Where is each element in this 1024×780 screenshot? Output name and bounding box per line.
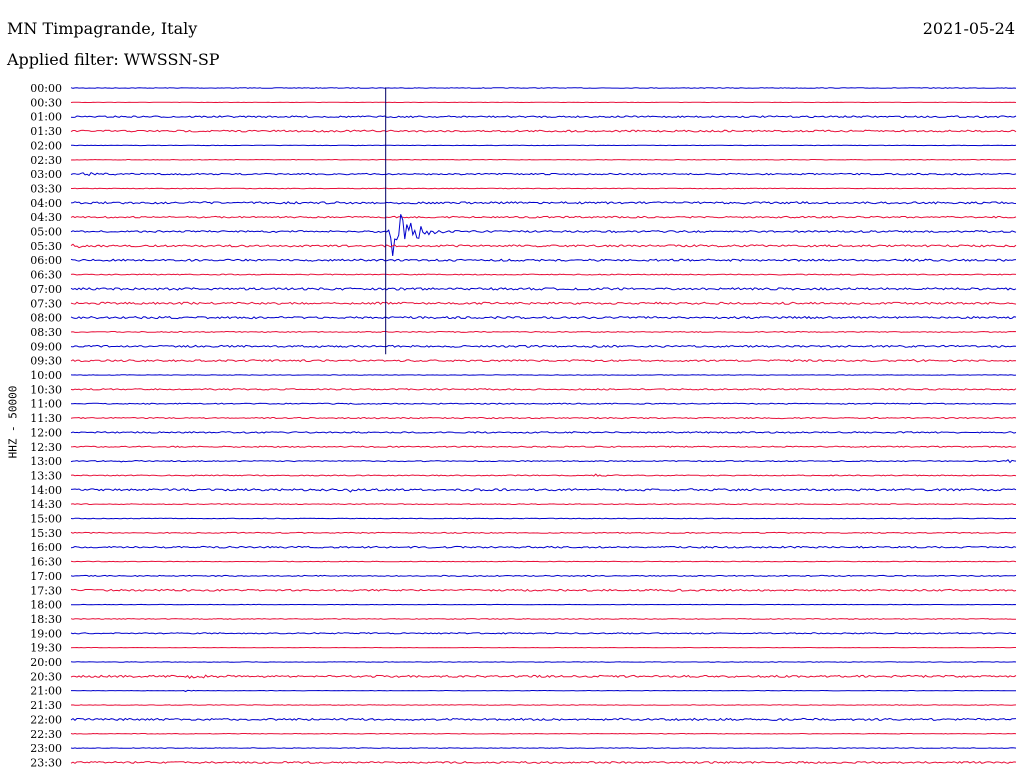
time-tick-label: 22:30 [30,728,62,741]
trace-line [70,388,1017,391]
trace-line [70,87,1017,89]
trace-line [70,473,1017,477]
time-tick-label: 13:00 [30,455,62,468]
time-tick-label: 21:00 [30,685,62,698]
trace-line [70,717,1017,722]
time-tick-label: 15:30 [30,527,62,540]
trace-line [70,201,1017,205]
time-tick-label: 16:30 [30,556,62,569]
time-tick-label: 09:30 [30,355,62,368]
time-tick-label: 05:00 [30,226,62,239]
time-tick-label: 07:00 [30,283,62,296]
time-tick-label: 09:00 [30,340,62,353]
seismic-traces [70,87,1017,764]
time-tick-label: 12:30 [30,441,62,454]
trace-line [70,359,1017,363]
trace-line [70,315,1017,320]
time-tick-label: 15:00 [30,513,62,526]
time-tick-label: 14:30 [30,498,62,511]
trace-line [71,402,1017,405]
trace-line [70,560,1017,563]
time-tick-label: 23:00 [30,742,62,755]
trace-line [70,459,1017,464]
time-tick-label: 17:30 [30,584,62,597]
time-tick-label: 12:00 [30,426,62,439]
trace-line [70,545,1017,549]
trace-line [70,503,1017,506]
time-tick-label: 06:30 [30,269,62,282]
time-tick-label: 14:00 [30,484,62,497]
trace-line [70,488,1017,493]
time-tick-label: 16:00 [30,541,62,554]
time-tick-label: 20:00 [30,656,62,669]
trace-line [70,674,1017,679]
time-tick-label: 04:30 [30,211,62,224]
time-tick-label: 03:00 [30,168,62,181]
time-tick-label: 06:00 [30,254,62,267]
trace-line [70,445,1017,448]
time-tick-label: 18:30 [30,613,62,626]
trace-line [70,243,1017,249]
time-labels: 00:0000:30 01:0001:3002:00 02:3003:0003:30… [30,82,62,769]
trace-line [70,171,1017,177]
time-tick-label: 05:30 [30,240,62,253]
time-tick-label: 00:30 [30,96,62,109]
time-tick-label: 20:30 [30,670,62,683]
time-tick-label: 13:30 [30,469,62,482]
time-tick-label: 10:30 [30,383,62,396]
trace-line [70,273,1017,276]
trace-line [70,704,1017,706]
trace-line [70,129,1017,133]
trace-line [70,618,1016,620]
time-tick-label: 07:30 [30,297,62,310]
trace-line [70,215,1017,219]
trace-line [70,287,1017,291]
trace-line [70,330,1017,333]
time-tick-label: 02:00 [30,139,62,152]
time-tick-label: 01:00 [30,111,62,124]
trace-line [70,115,1017,119]
trace-line [71,689,1016,693]
trace-line [70,588,1017,592]
trace-line [70,344,1017,348]
trace-line [70,517,1016,520]
time-tick-label: 04:00 [30,197,62,210]
time-tick-label: 00:00 [30,82,62,95]
trace-line [70,416,1017,420]
time-tick-label: 08:30 [30,326,62,339]
trace-line [70,747,1017,749]
time-tick-label: 18:00 [30,599,62,612]
time-tick-label: 02:30 [30,154,62,167]
trace-line [70,431,1017,434]
trace-line [70,531,1017,534]
time-tick-label: 19:00 [30,627,62,640]
time-tick-label: 23:30 [30,756,62,769]
trace-line [70,732,1017,735]
time-tick-label: 03:30 [30,182,62,195]
time-tick-label: 19:30 [30,642,62,655]
trace-line [71,187,1017,190]
trace-line [70,632,1017,635]
time-tick-label: 08:00 [30,312,62,325]
time-tick-label: 11:00 [30,398,62,411]
trace-line [70,574,1017,577]
trace-line [70,760,1017,764]
time-tick-label: 01:30 [30,125,62,138]
time-tick-label: 11:30 [30,412,62,425]
trace-line [70,158,1016,161]
time-tick-label: 17:00 [30,570,62,583]
helicorder-plot: 00:0000:30 01:0001:3002:00 02:3003:0003:30… [30,82,1017,769]
trace-line [70,258,1017,262]
time-tick-label: 10:00 [30,369,62,382]
time-tick-label: 21:30 [30,699,62,712]
trace-line [70,214,1017,256]
trace-line [70,301,1017,305]
time-tick-label: 22:00 [30,713,62,726]
